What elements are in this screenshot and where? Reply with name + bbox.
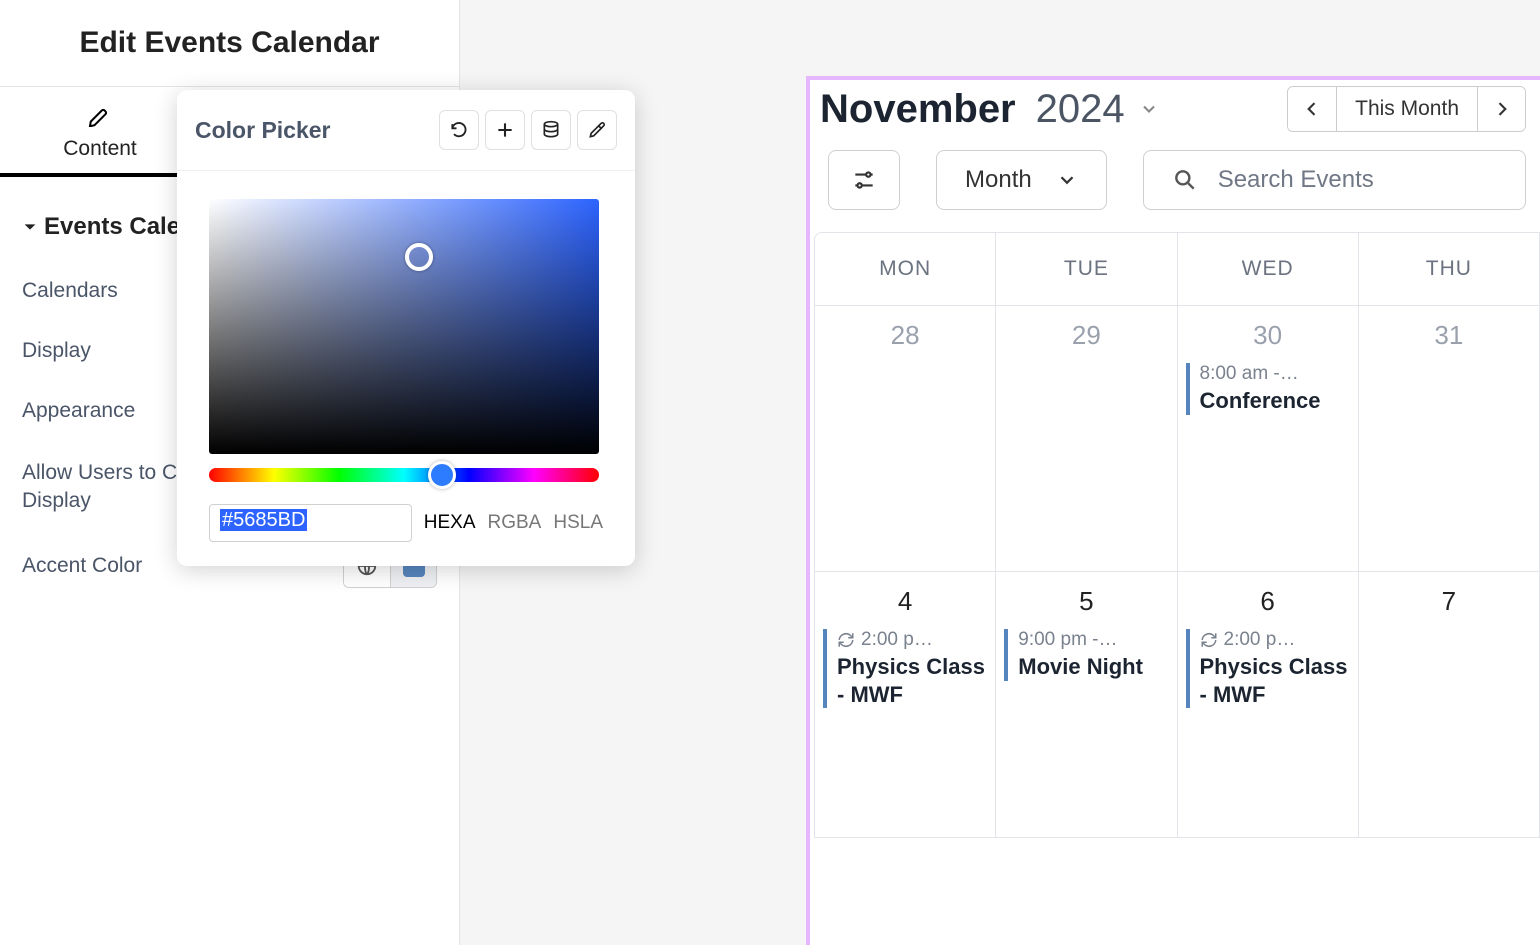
chevron-down-icon [22, 219, 38, 235]
mode-rgba[interactable]: RGBA [488, 512, 542, 534]
event-time: 2:00 p… [1200, 629, 1350, 651]
hex-value-text: #5685BD [220, 509, 307, 531]
calendar-preview: November 2024 This Month Month Search Ev… [806, 76, 1540, 945]
undo-icon [449, 120, 469, 140]
calendar-date: 29 [1004, 320, 1168, 351]
color-reset-button[interactable] [439, 110, 479, 150]
sv-thumb[interactable] [405, 243, 433, 271]
month-dropdown-caret[interactable] [1139, 99, 1159, 119]
next-month-button[interactable] [1477, 87, 1525, 131]
calendar-event[interactable]: 2:00 p…Physics Class - MWF [1186, 629, 1350, 708]
calendar-cell[interactable]: 4 2:00 p…Physics Class - MWF [815, 572, 995, 837]
chevron-left-icon [1302, 99, 1322, 119]
calendar-date: 28 [823, 320, 987, 351]
color-library-button[interactable] [531, 110, 571, 150]
hex-input[interactable]: #5685BD [209, 504, 412, 542]
calendar-date: 6 [1186, 586, 1350, 617]
dow-mon: MON [815, 233, 995, 305]
tab-content-label: Content [63, 137, 137, 161]
recurring-icon [837, 631, 855, 649]
event-time: 8:00 am -… [1200, 363, 1350, 385]
calendar-month: November [820, 87, 1016, 132]
eyedropper-icon [587, 120, 607, 140]
calendar-cell[interactable]: 5 9:00 pm -…Movie Night [995, 572, 1176, 837]
hue-slider[interactable] [209, 468, 599, 482]
color-picker-title: Color Picker [195, 117, 433, 144]
mode-hsla[interactable]: HSLA [553, 512, 603, 534]
calendar-header: November 2024 This Month [810, 80, 1540, 142]
calendar-week: 42:00 p…Physics Class - MWF59:00 pm -…Mo… [815, 571, 1539, 837]
dow-wed: WED [1177, 233, 1358, 305]
hue-thumb[interactable] [428, 461, 456, 489]
calendar-cell[interactable]: 6 2:00 p…Physics Class - MWF [1177, 572, 1358, 837]
search-icon [1172, 167, 1198, 193]
chevron-down-icon [1056, 169, 1078, 191]
event-title: Movie Night [1018, 653, 1168, 681]
sliders-icon [851, 167, 877, 193]
search-placeholder: Search Events [1218, 166, 1374, 194]
tab-content[interactable]: Content [0, 87, 200, 177]
this-month-button[interactable]: This Month [1336, 87, 1477, 131]
database-icon [541, 120, 561, 140]
event-title: Physics Class - MWF [837, 653, 987, 708]
search-events-input[interactable]: Search Events [1143, 150, 1526, 210]
calendar-cell[interactable]: 29 [995, 306, 1176, 571]
calendar-date: 31 [1367, 320, 1531, 351]
color-add-button[interactable] [485, 110, 525, 150]
calendar-event[interactable]: 9:00 pm -…Movie Night [1004, 629, 1168, 681]
calendar-cell[interactable]: 7 [1358, 572, 1539, 837]
dow-tue: TUE [995, 233, 1176, 305]
eyedropper-button[interactable] [577, 110, 617, 150]
calendar-grid: MON TUE WED THU 28 29 30 8:00 am -…Conferen… [814, 232, 1540, 838]
saturation-value-field[interactable] [209, 199, 599, 454]
calendar-date: 30 [1186, 320, 1350, 351]
dow-thu: THU [1358, 233, 1539, 305]
view-dropdown[interactable]: Month [936, 150, 1107, 210]
event-time: 9:00 pm -… [1018, 629, 1168, 651]
mode-hexa[interactable]: HEXA [424, 512, 476, 534]
color-picker-body: #5685BD HEXA RGBA HSLA [177, 171, 635, 566]
chevron-right-icon [1492, 99, 1512, 119]
event-title: Physics Class - MWF [1200, 653, 1350, 708]
pencil-icon [88, 105, 112, 129]
calendar-cell[interactable]: 28 [815, 306, 995, 571]
recurring-icon [1200, 631, 1218, 649]
filter-button[interactable] [828, 150, 900, 210]
calendar-cell[interactable]: 31 [1358, 306, 1539, 571]
day-of-week-row: MON TUE WED THU [815, 233, 1539, 305]
sidebar-title: Edit Events Calendar [0, 0, 459, 87]
calendar-date: 7 [1367, 586, 1531, 617]
color-value-row: #5685BD HEXA RGBA HSLA [209, 504, 603, 542]
calendar-week: 28 29 30 8:00 am -…Conference 31 [815, 305, 1539, 571]
event-title: Conference [1200, 387, 1350, 415]
calendar-date: 5 [1004, 586, 1168, 617]
color-picker-popover: Color Picker #5685BD HEXA RGBA HSLA [177, 90, 635, 566]
prev-month-button[interactable] [1288, 87, 1336, 131]
event-time: 2:00 p… [837, 629, 987, 651]
calendar-date: 4 [823, 586, 987, 617]
color-picker-header: Color Picker [177, 90, 635, 171]
calendar-toolbar: Month Search Events [810, 142, 1540, 232]
calendar-cell[interactable]: 30 8:00 am -…Conference [1177, 306, 1358, 571]
calendar-event[interactable]: 2:00 p…Physics Class - MWF [823, 629, 987, 708]
plus-icon [495, 120, 515, 140]
calendar-year: 2024 [1036, 87, 1125, 132]
calendar-event[interactable]: 8:00 am -…Conference [1186, 363, 1350, 415]
calendar-nav: This Month [1287, 86, 1526, 132]
